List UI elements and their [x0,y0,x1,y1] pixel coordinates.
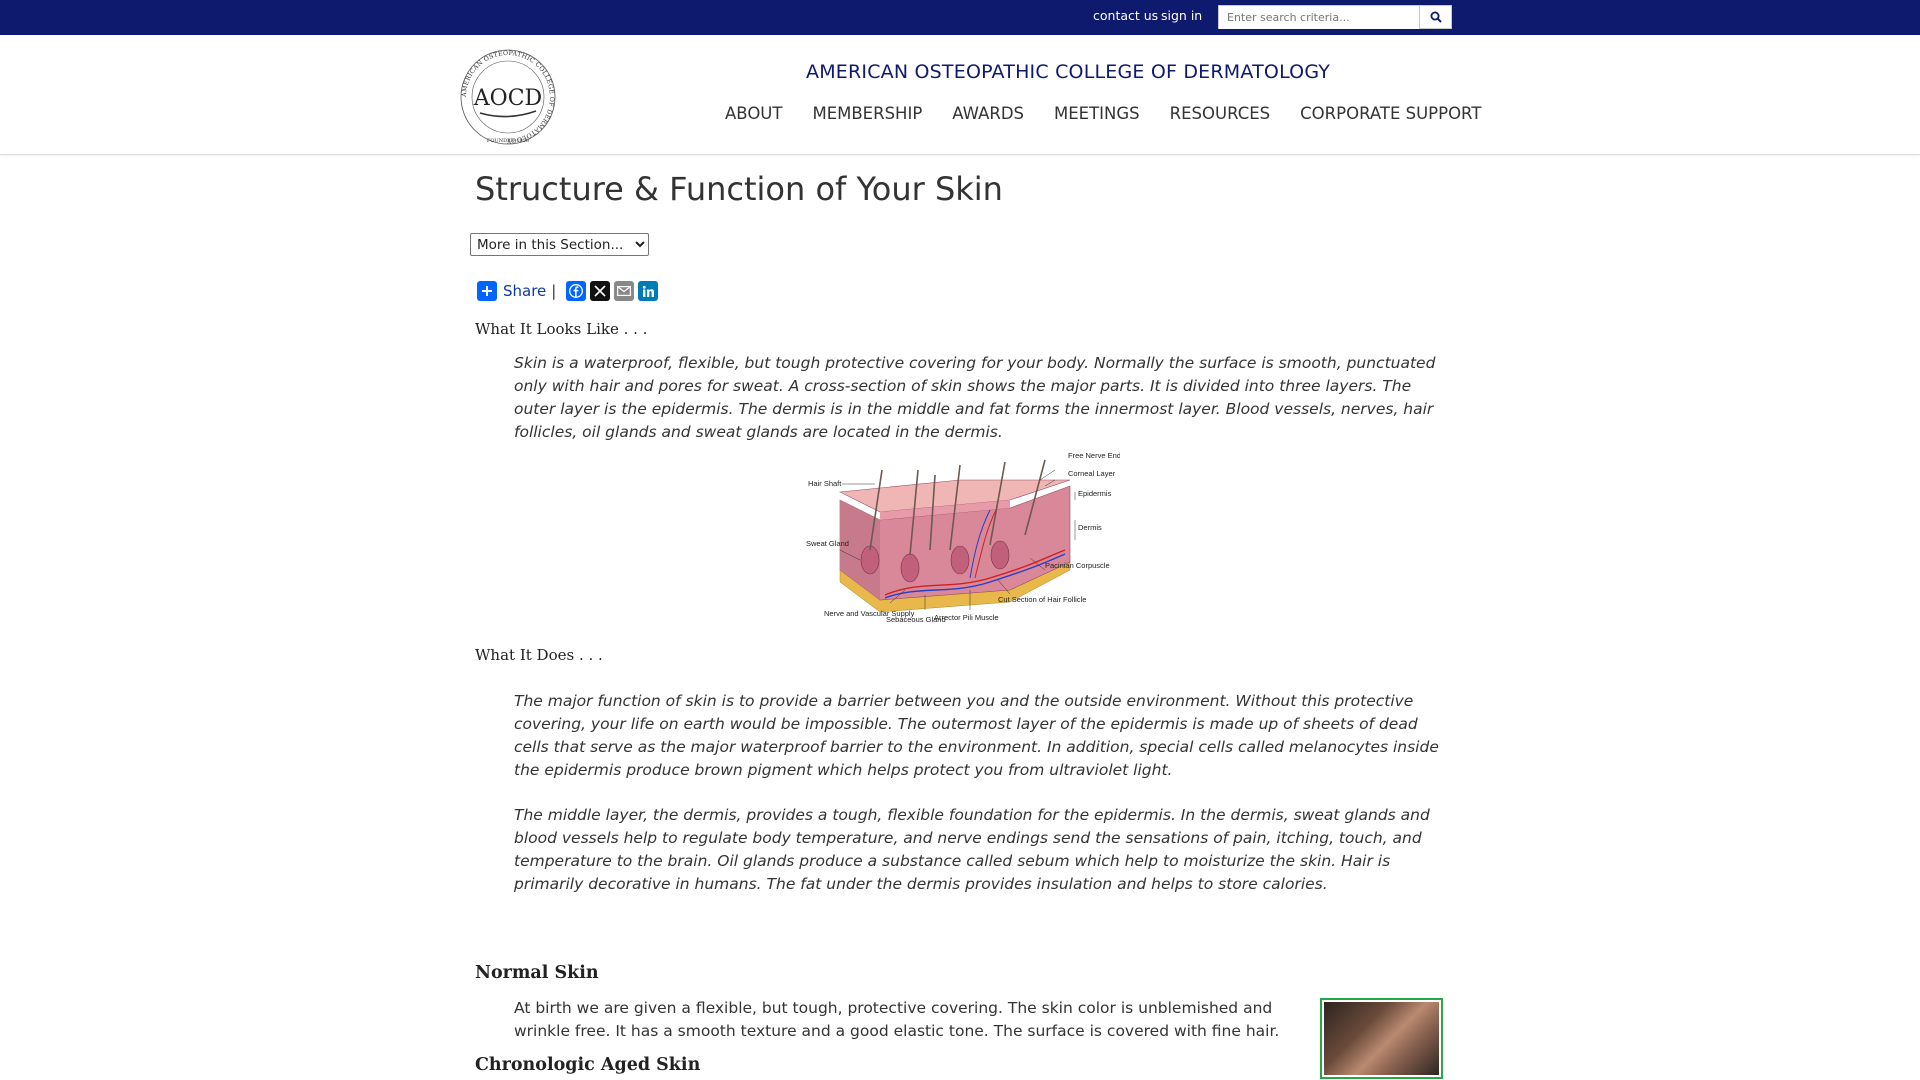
what-it-does-heading: What It Does . . . [475,646,603,664]
search-input[interactable] [1219,6,1419,29]
search-box [1218,5,1452,29]
linkedin-icon[interactable] [638,281,659,301]
label-dermis: Dermis [1078,523,1102,532]
label-hair-shaft: Hair Shaft [808,479,842,488]
contact-us-link[interactable]: contact us [1093,8,1158,23]
search-icon [1430,11,1442,23]
skin-cross-section-diagram: Hair Shaft Free Nerve Ending Corneal Lay… [806,451,1120,624]
what-it-does-paragraph-1: The major function of skin is to provide… [514,692,1439,779]
search-button[interactable] [1419,6,1451,28]
nav-item-awards[interactable]: AWARDS [952,104,1024,123]
nav-item-about[interactable]: ABOUT [725,104,782,123]
label-cut-section: Cut Section of Hair Follicle [998,595,1086,604]
main-nav: ABOUT MEMBERSHIP AWARDS MEETINGS RESOURC… [725,104,1511,123]
chronologic-aged-skin-heading: Chronologic Aged Skin [475,1055,701,1075]
nav-item-meetings[interactable]: MEETINGS [1054,104,1140,123]
hand-photo [1324,1002,1439,1075]
nav-item-resources[interactable]: RESOURCES [1170,104,1271,123]
normal-skin-thumbnail[interactable] [1320,998,1443,1079]
facebook-icon[interactable] [566,281,587,301]
label-sweat-gland: Sweat Gland [806,539,849,548]
nav-item-membership[interactable]: MEMBERSHIP [812,104,922,123]
share-plus-icon[interactable] [477,281,497,301]
normal-skin-heading: Normal Skin [475,963,599,983]
site-header: AMERICAN OSTEOPATHIC COLLEGE OF DERMATOL… [0,35,1920,155]
nav-item-corporate-support[interactable]: CORPORATE SUPPORT [1300,104,1481,123]
share-separator: | [551,282,557,300]
what-it-does-paragraph-2: The middle layer, the dermis, provides a… [514,806,1430,893]
label-pacinian-corpuscle: Pacinian Corpuscle [1045,561,1110,570]
logo-text: AOCD [473,86,542,111]
page-title: Structure & Function of Your Skin [475,170,1003,208]
section-select[interactable]: More in this Section... [470,233,649,256]
email-icon[interactable] [614,281,635,301]
label-corneal-layer: Corneal Layer [1068,469,1116,478]
top-bar: contact us sign in [0,0,1920,35]
label-arrector-pili: Arrector Pili Muscle [934,613,999,622]
site-title[interactable]: AMERICAN OSTEOPATHIC COLLEGE OF DERMATOL… [806,61,1330,83]
share-bar: Share | [477,281,662,301]
x-icon[interactable] [590,281,611,301]
label-epidermis: Epidermis [1078,489,1112,498]
looks-like-heading: What It Looks Like . . . [475,320,648,338]
share-label[interactable]: Share [503,282,546,300]
normal-skin-paragraph: At birth we are given a flexible, but to… [514,999,1280,1040]
logo-founded: FOUNDED 1958 [487,138,529,144]
sign-in-link[interactable]: sign in [1161,8,1202,23]
aocd-logo[interactable]: AMERICAN OSTEOPATHIC COLLEGE OF DERMATOL… [458,47,558,147]
label-free-nerve-ending: Free Nerve Ending [1068,451,1120,460]
looks-like-paragraph: Skin is a waterproof, flexible, but toug… [514,354,1436,441]
